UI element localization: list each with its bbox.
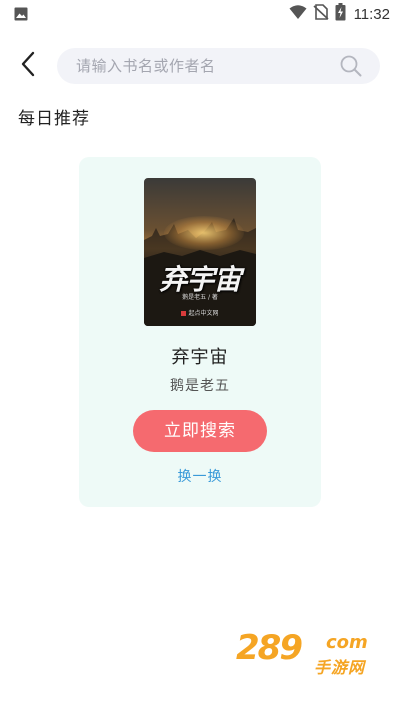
- battery-charging-icon: [335, 3, 346, 25]
- search-header: 请输入书名或作者名: [0, 44, 400, 88]
- cover-publisher-name: 起点中文网: [188, 310, 219, 317]
- watermark-suffix: com: [326, 632, 368, 653]
- watermark-number: 289: [236, 628, 303, 668]
- watermark-logo: 289 com 手游网: [236, 628, 386, 680]
- back-button[interactable]: [12, 50, 44, 82]
- book-author: 鹅是老五: [170, 378, 230, 394]
- refresh-link[interactable]: 换一换: [79, 466, 321, 486]
- cover-publisher: 起点中文网: [144, 308, 256, 317]
- section-title: 每日推荐: [18, 109, 90, 129]
- wifi-icon: [289, 4, 307, 24]
- book-title[interactable]: 弃宇宙: [79, 343, 321, 369]
- search-placeholder: 请输入书名或作者名: [76, 57, 216, 75]
- status-icons: 11:32: [289, 3, 390, 25]
- cover-author: 鹅是老五 / 著: [182, 294, 218, 301]
- status-time: 11:32: [353, 5, 390, 23]
- gallery-notification-icon: [14, 6, 28, 25]
- cover-glow: [164, 216, 244, 250]
- search-now-button[interactable]: 立即搜索: [133, 410, 267, 452]
- watermark-subtitle: 手游网: [314, 658, 366, 677]
- recommendation-card: 弃宇宙 鹅是老五 / 著 起点中文网 弃宇宙 鹅是老五 立即搜索 换一换: [79, 157, 321, 507]
- search-icon[interactable]: [340, 55, 362, 77]
- book-cover[interactable]: 弃宇宙 鹅是老五 / 著 起点中文网: [144, 178, 256, 326]
- chevron-left-icon: [20, 51, 36, 81]
- search-input[interactable]: 请输入书名或作者名: [57, 48, 380, 84]
- status-bar: 11:32: [0, 0, 400, 28]
- cover-art: [144, 218, 256, 326]
- publisher-logo-icon: [181, 311, 187, 316]
- no-sim-icon: [313, 4, 329, 24]
